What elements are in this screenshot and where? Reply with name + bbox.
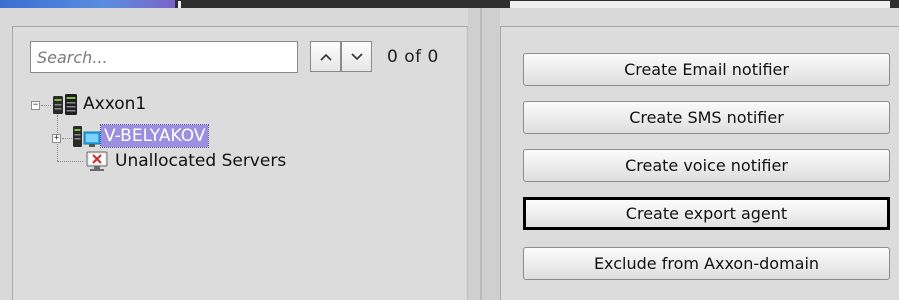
tree-connector — [62, 138, 72, 139]
root-collapse-toggle[interactable]: − — [31, 101, 40, 110]
actions-panel: Create Email notifier Create SMS notifie… — [500, 26, 899, 300]
tree-connector — [41, 105, 51, 106]
search-next-button[interactable] — [341, 41, 372, 72]
tree-node-v-belyakov[interactable]: V-BELYAKOV — [99, 124, 210, 148]
node-expand-toggle[interactable]: + — [52, 134, 61, 143]
tree-node-axxon1[interactable]: Axxon1 — [80, 93, 149, 115]
server-node-icon — [73, 126, 101, 147]
chevron-up-icon — [319, 53, 332, 61]
toolbar-tab-remnant — [0, 0, 175, 8]
toolbar-separator — [178, 1, 181, 8]
create-sms-notifier-button[interactable]: Create SMS notifier — [523, 101, 890, 134]
object-tree-panel: 0 of 0 − Axxon1 + — [12, 26, 468, 300]
window: 0 of 0 − Axxon1 + — [0, 0, 899, 300]
search-result-counter: 0 of 0 — [387, 47, 439, 67]
splitter-line — [480, 8, 482, 300]
top-toolbar-remnant — [0, 0, 899, 8]
create-email-notifier-button[interactable]: Create Email notifier — [523, 53, 890, 86]
tree-node-unallocated-servers[interactable]: Unallocated Servers — [112, 150, 289, 172]
search-input[interactable] — [30, 41, 298, 73]
object-tree: − Axxon1 + V-BELYAKOV Unallocated Server… — [31, 93, 451, 213]
tree-connector — [57, 161, 83, 162]
exclude-from-axxon-domain-button[interactable]: Exclude from Axxon-domain — [523, 247, 890, 280]
toolbar-bar-remnant — [510, 1, 890, 8]
panel-splitter[interactable] — [468, 8, 500, 300]
server-group-icon — [53, 94, 77, 115]
create-export-agent-button[interactable]: Create export agent — [523, 197, 890, 230]
chevron-down-icon — [350, 52, 363, 60]
create-voice-notifier-button[interactable]: Create voice notifier — [523, 149, 890, 182]
search-previous-button[interactable] — [310, 41, 341, 72]
unallocated-servers-icon — [86, 151, 108, 171]
